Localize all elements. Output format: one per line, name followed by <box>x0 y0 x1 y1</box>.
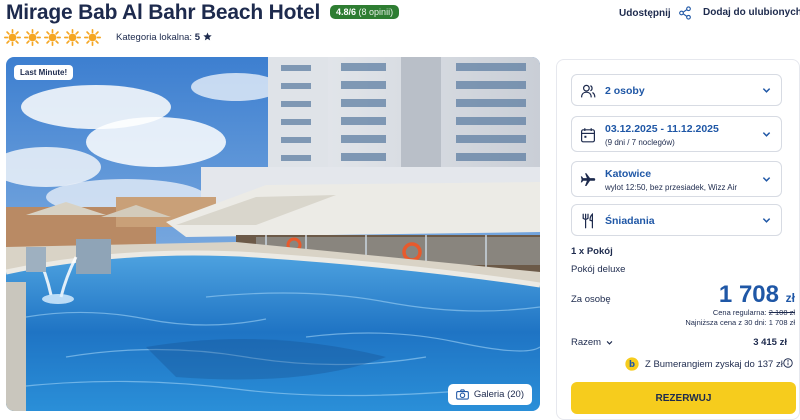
sun-star-icon <box>64 29 81 46</box>
gallery-label: Galeria (20) <box>473 389 524 400</box>
star-rating <box>4 29 101 46</box>
hotel-photo[interactable]: Last Minute! Galeria (20) <box>6 57 540 411</box>
per-person-label: Za osobę <box>571 294 611 305</box>
price-value: 1 708 <box>718 281 779 308</box>
favorite-button[interactable]: Dodaj do ulubionych <box>703 6 800 19</box>
total-label: Razem <box>571 337 602 348</box>
board-value: Śniadania <box>605 215 655 227</box>
bumerang-promo: b Z Bumerangiem zyskaj do 137 zł <box>625 357 783 371</box>
share-label: Udostępnij <box>619 7 671 19</box>
guests-value: 2 osoby <box>605 85 645 97</box>
share-button[interactable]: Udostępnij <box>619 6 692 20</box>
booking-panel: 2 osoby 03.12.2025 - 11.12.2025 (9 dni /… <box>556 59 800 420</box>
bumerang-logo-icon: b <box>625 357 639 371</box>
chevron-down-icon <box>762 88 771 93</box>
departure-select[interactable]: Katowice wylot 12:50, bez przesiadek, Wi… <box>571 161 782 197</box>
camera-icon <box>455 389 469 400</box>
last-minute-badge: Last Minute! <box>14 65 74 80</box>
total-price: 3 415 zł <box>753 337 787 348</box>
star-icon <box>202 32 212 41</box>
reserve-button[interactable]: REZERWUJ <box>571 382 796 414</box>
rating-score: 4.8/6 <box>336 7 357 17</box>
dates-value: 03.12.2025 - 11.12.2025 <box>605 123 719 135</box>
dates-select[interactable]: 03.12.2025 - 11.12.2025 (9 dni / 7 nocle… <box>571 116 782 152</box>
share-icon <box>678 6 691 20</box>
info-icon[interactable] <box>783 358 793 368</box>
lowest-price-info: Najniższa cena z 30 dni: 1 708 zł <box>685 318 795 327</box>
regular-price-label: Cena regularna: <box>712 308 767 317</box>
total-toggle[interactable]: Razem <box>571 337 613 348</box>
departure-city: Katowice <box>605 168 652 180</box>
sun-star-icon <box>84 29 101 46</box>
local-category-value: 5 <box>194 32 200 43</box>
gallery-button[interactable]: Galeria (20) <box>447 384 532 405</box>
calendar-icon <box>581 128 595 143</box>
bumerang-text: Z Bumerangiem zyskaj do 137 zł <box>645 358 783 370</box>
sun-star-icon <box>4 29 21 46</box>
board-select[interactable]: Śniadania <box>571 204 782 236</box>
chevron-down-icon <box>762 132 771 137</box>
chevron-down-icon <box>762 218 771 223</box>
favorite-label: Dodaj do ulubionych <box>703 7 800 18</box>
chevron-down-icon <box>606 341 613 345</box>
review-count: (8 opinii) <box>358 7 394 17</box>
svg-text:b: b <box>629 359 635 369</box>
price-currency: zł <box>785 291 795 305</box>
hotel-image <box>6 57 540 411</box>
sun-star-icon <box>44 29 61 46</box>
regular-price-value: 2 108 zł <box>768 308 795 317</box>
room-count: 1 x Pokój <box>571 246 613 257</box>
plane-icon <box>580 173 596 186</box>
hotel-title: Mirage Bab Al Bahr Beach Hotel <box>6 1 321 24</box>
price-per-person: 1 708 zł <box>719 281 795 309</box>
flight-info: wylot 12:50, bez przesiadek, Wizz Air <box>605 183 738 192</box>
local-category: Kategoria lokalna: 5 <box>116 32 212 43</box>
regular-price: Cena regularna: 2 108 zł <box>713 308 795 317</box>
chevron-down-icon <box>762 177 771 182</box>
users-icon <box>581 84 596 98</box>
dates-duration: (9 dni / 7 noclegów) <box>605 138 675 147</box>
sun-star-icon <box>24 29 41 46</box>
guests-select[interactable]: 2 osoby <box>571 74 782 106</box>
cutlery-icon <box>582 213 593 229</box>
rating-badge[interactable]: 4.8/6 (8 opinii) <box>330 5 400 19</box>
room-type: Pokój deluxe <box>571 264 626 275</box>
local-category-label: Kategoria lokalna: <box>116 32 193 43</box>
